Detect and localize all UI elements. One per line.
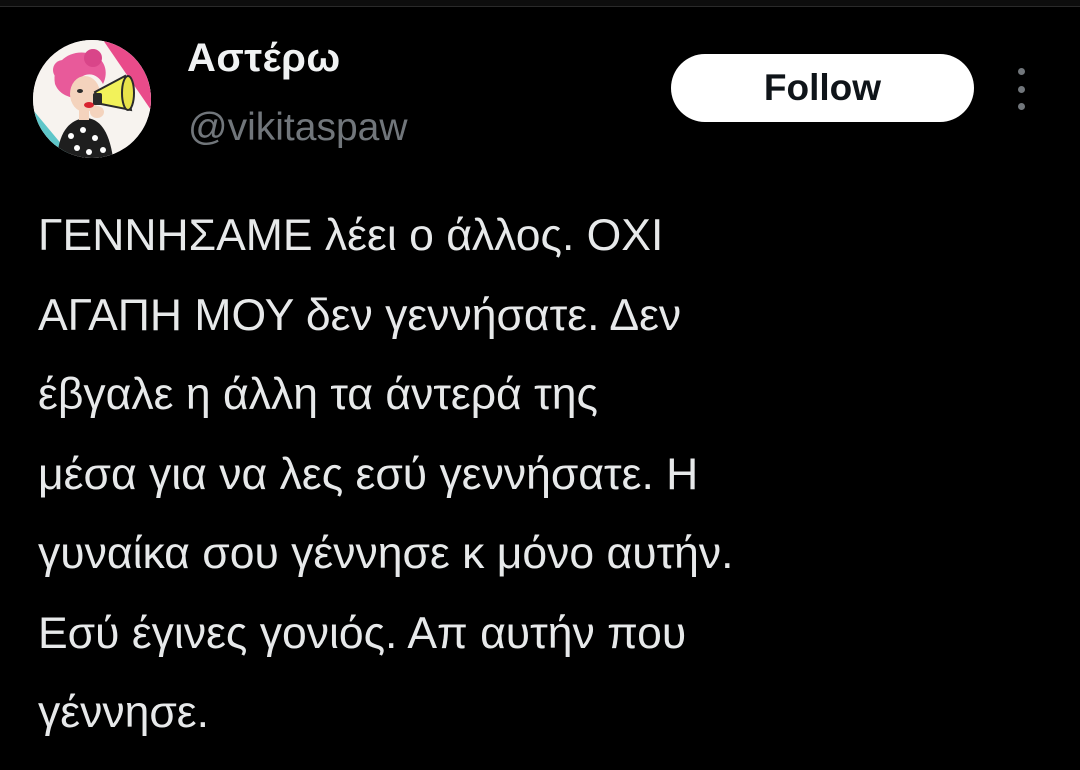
- more-dot: [1017, 85, 1025, 93]
- tweet-text-line: ΑΓΑΠΗ ΜΟΥ δεν γεννήσατε. Δεν: [38, 290, 682, 340]
- tweet-text-line: ΓΕΝΝΗΣΑΜΕ λέει ο άλλος. ΟΧΙ: [38, 211, 664, 260]
- more-dot: [1017, 103, 1025, 110]
- tweet-text-line: μέσα για να λες εσύ γεννήσατε. Η: [38, 449, 699, 499]
- more-dot: [1017, 68, 1025, 75]
- tweet-text-line: γέννησε.: [38, 688, 210, 737]
- tweet-text-line: γυναίκα σου γέννησε κ μόνο αυτήν.: [38, 529, 734, 578]
- avatar[interactable]: [33, 40, 151, 158]
- follow-button[interactable]: Follow: [671, 54, 974, 122]
- pinup-woman-megaphone-avatar-icon: [33, 40, 151, 158]
- author-display-name[interactable]: Αστέρω: [187, 38, 341, 78]
- more-vertical-icon[interactable]: [1008, 68, 1034, 110]
- tweet-text-line: έβγαλε η άλλη τα άντερά της: [38, 370, 598, 419]
- tweet: Αστέρω @vikitaspaw Follow ΓΕΝΝΗΣΑΜΕ λέει…: [0, 0, 1080, 770]
- author-handle[interactable]: @vikitaspaw: [188, 108, 408, 147]
- tweet-text-line: Εσύ έγινες γονιός. Απ αυτήν που: [38, 608, 687, 658]
- tweet-text: ΓΕΝΝΗΣΑΜΕ λέει ο άλλος. ΟΧΙ ΑΓΑΠΗ ΜΟΥ δε…: [38, 196, 1058, 753]
